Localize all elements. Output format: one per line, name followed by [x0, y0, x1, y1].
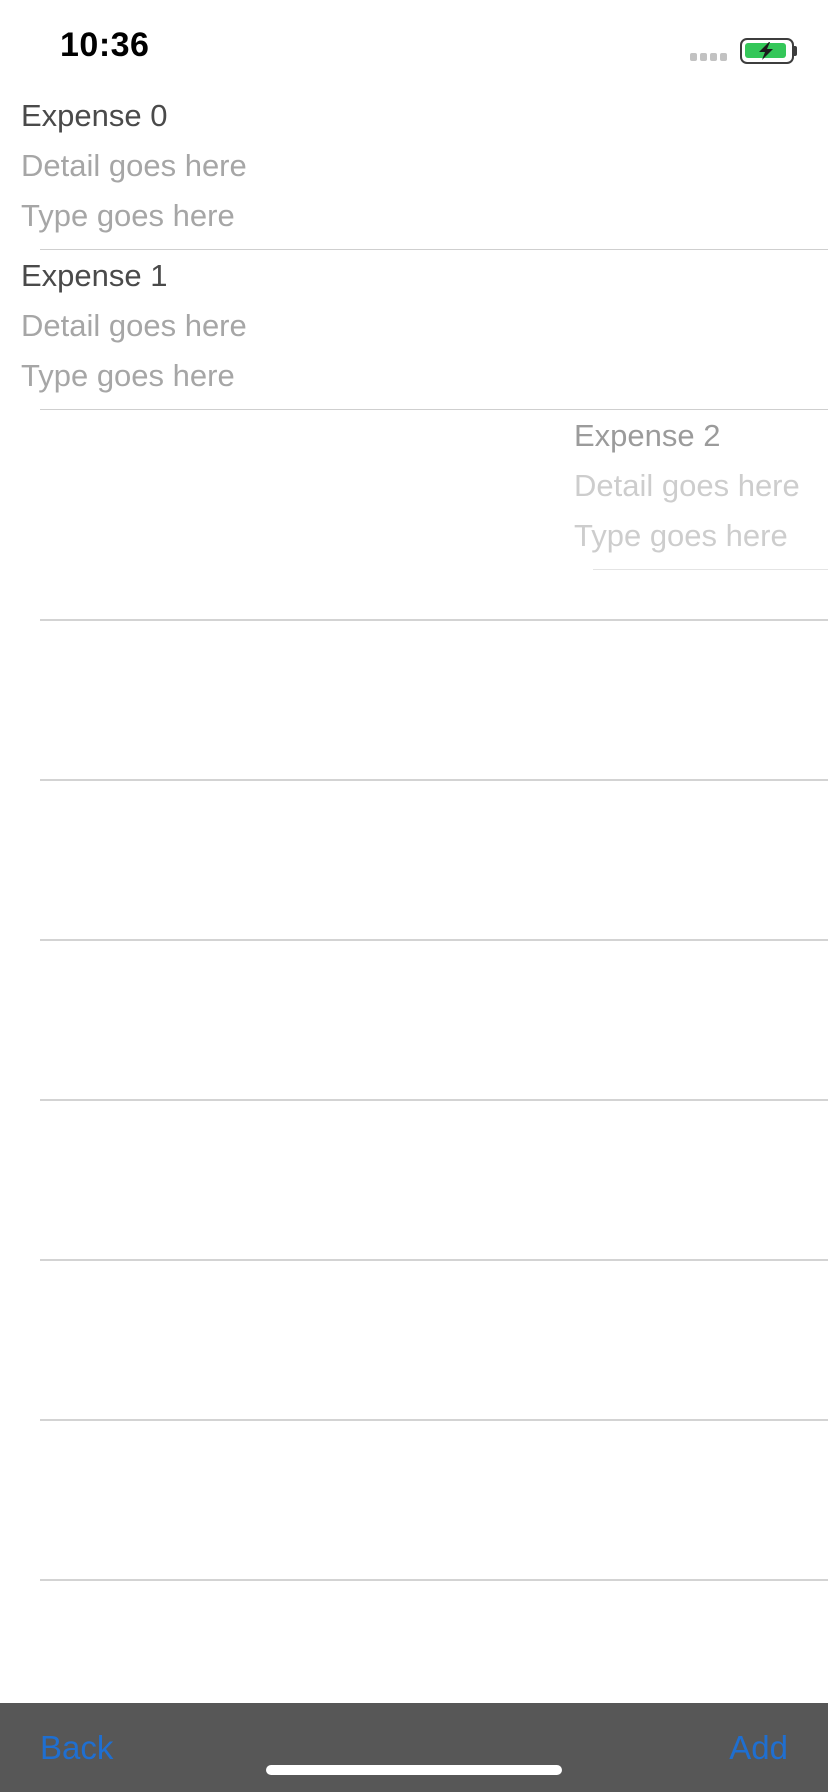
battery-nub — [793, 46, 797, 56]
empty-row-separator — [40, 1099, 828, 1101]
add-button[interactable]: Add — [729, 1729, 788, 1767]
lightning-bolt-icon — [759, 42, 773, 60]
back-button[interactable]: Back — [40, 1729, 113, 1767]
expense-detail: Detail goes here — [21, 148, 247, 183]
expense-type: Type goes here — [21, 358, 235, 393]
status-bar: 10:36 — [0, 0, 828, 100]
expense-title: Expense 2 — [574, 418, 721, 453]
expense-type: Type goes here — [574, 518, 788, 553]
empty-row-separator — [40, 939, 828, 941]
empty-row-separator — [40, 1259, 828, 1261]
home-indicator[interactable] — [266, 1765, 562, 1775]
expense-cell-2[interactable]: Expense 2 Detail goes here Type goes her… — [553, 410, 828, 570]
bottom-toolbar: Back Add — [0, 1703, 828, 1792]
expense-detail: Detail goes here — [574, 468, 800, 503]
empty-row-separator — [40, 779, 828, 781]
empty-row-separator — [40, 619, 828, 621]
expense-title: Expense 1 — [21, 258, 168, 293]
expense-title: Expense 0 — [21, 98, 168, 133]
empty-row-separator — [40, 1419, 828, 1421]
expense-cell-1[interactable]: Expense 1 Detail goes here Type goes her… — [0, 250, 828, 410]
expense-type: Type goes here — [21, 198, 235, 233]
cell-separator — [593, 568, 828, 570]
status-time: 10:36 — [60, 26, 150, 64]
battery-charging-icon — [740, 38, 794, 64]
expense-cell-0[interactable]: Expense 0 Detail goes here Type goes her… — [0, 90, 828, 250]
expense-detail: Detail goes here — [21, 308, 247, 343]
cellular-signal-icon — [690, 53, 730, 63]
empty-row-separator — [40, 1579, 828, 1581]
